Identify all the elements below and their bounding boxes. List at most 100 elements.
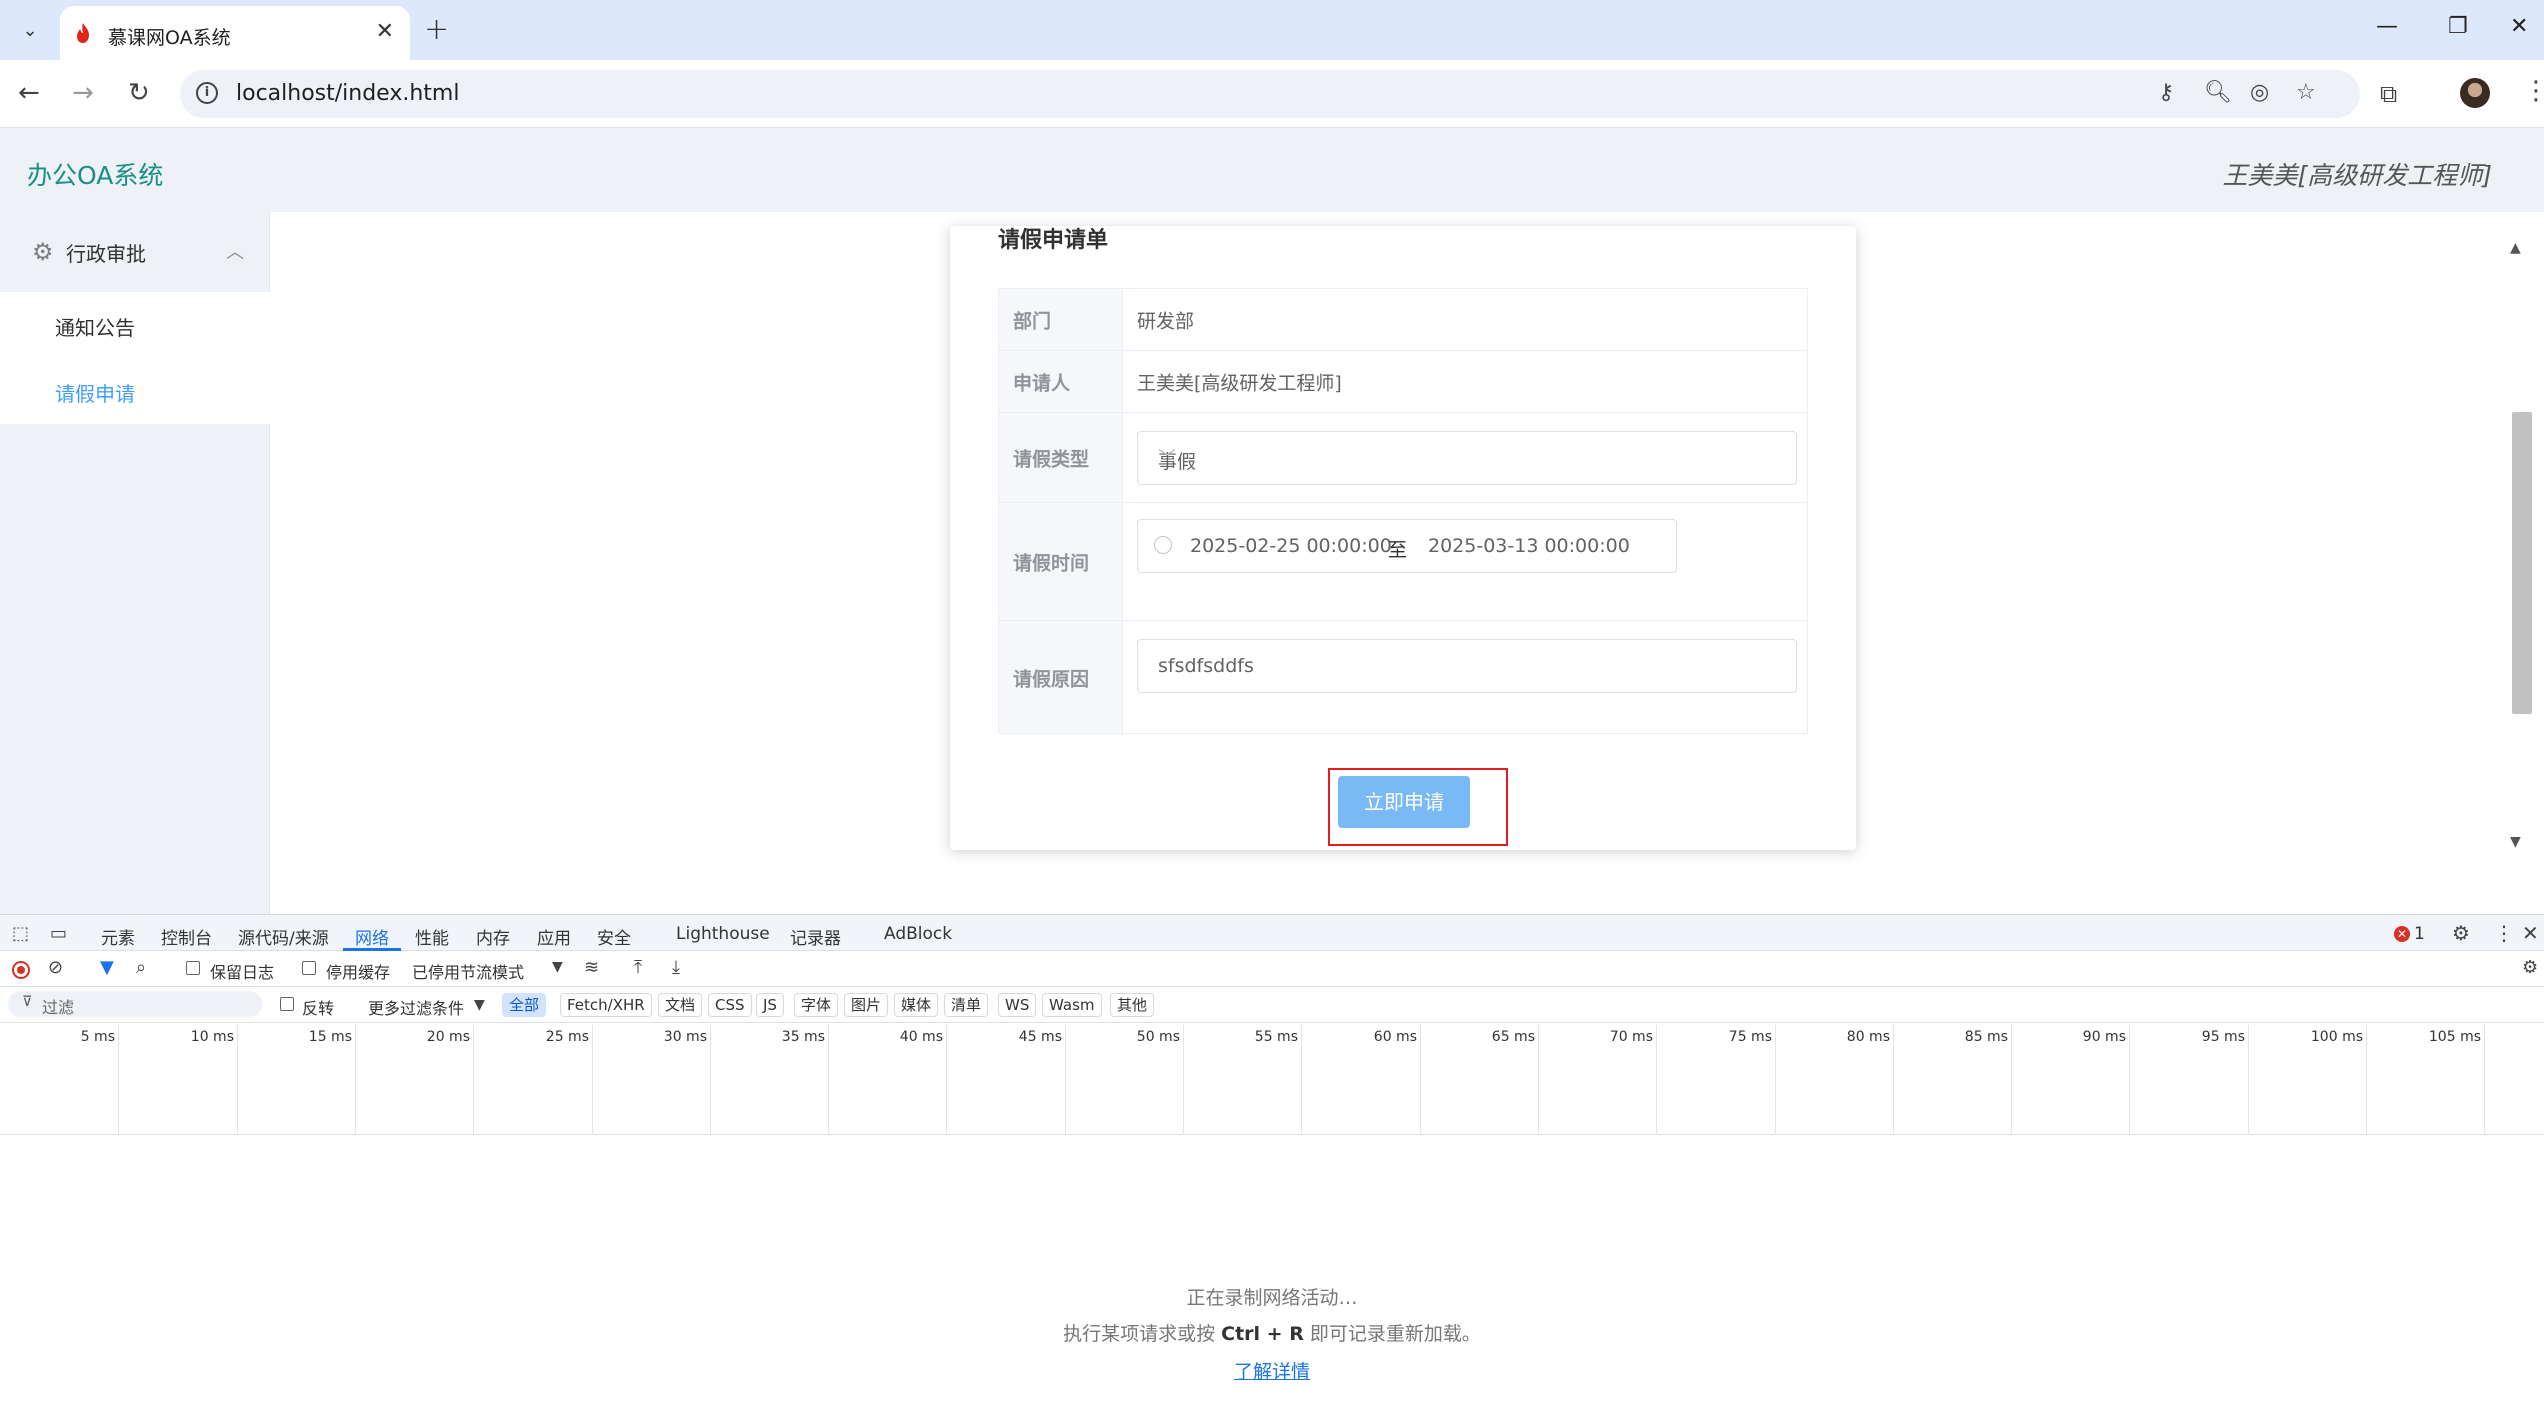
filter-chip-img[interactable]: 图片 <box>844 993 889 1017</box>
devtools-close-icon[interactable]: ✕ <box>2522 921 2539 945</box>
devtools-tab-sources[interactable]: 源代码/来源 <box>238 924 329 949</box>
leave-time-range-picker[interactable]: 2025-02-25 00:00:00 至 2025-03-13 00:00:0… <box>1137 519 1677 573</box>
error-count[interactable]: 1 <box>2414 924 2425 944</box>
filter-chip-media[interactable]: 媒体 <box>894 993 939 1017</box>
new-tab-icon[interactable]: + <box>424 12 449 47</box>
filter-chip-ws[interactable]: WS <box>998 993 1037 1017</box>
department-value: 研发部 <box>1137 310 1195 332</box>
app-logo: 办公OA系统 <box>27 161 164 190</box>
settings-gear-icon[interactable]: ⚙ <box>2452 921 2470 945</box>
devtools-tab-lighthouse[interactable]: Lighthouse <box>676 924 770 944</box>
minimize-icon[interactable]: — <box>2376 14 2398 39</box>
restore-icon[interactable]: ❐ <box>2448 14 2468 39</box>
form-table: 部门 研发部 申请人 王美美[高级研发工程师] 请假类型 事假 ﹀ 请假时间 2… <box>998 288 1808 735</box>
address-bar[interactable]: i localhost/index.html ⚷ 🔍︎ ◎ ☆ <box>180 70 2360 118</box>
throttle-select[interactable]: 已停用节流模式 <box>412 959 524 983</box>
sidebar-item-notice[interactable]: 通知公告 <box>0 292 270 358</box>
devtools-tab-console[interactable]: 控制台 <box>161 924 212 949</box>
import-har-icon[interactable]: ⤒ <box>634 957 642 978</box>
preserve-log-checkbox[interactable] <box>186 961 200 975</box>
leave-type-select[interactable]: 事假 ﹀ <box>1137 431 1797 485</box>
more-filters-dropdown[interactable]: 更多过滤条件 <box>368 995 464 1019</box>
range-separator: 至 <box>1388 539 1408 561</box>
end-time-input[interactable]: 2025-03-13 00:00:00 <box>1428 535 1630 557</box>
preserve-log-label: 保留日志 <box>210 963 275 982</box>
filter-chip-other[interactable]: 其他 <box>1110 993 1155 1017</box>
back-icon[interactable]: ← <box>18 78 40 108</box>
reason-label: 请假原因 <box>1013 668 1090 691</box>
filter-chip-font[interactable]: 字体 <box>794 993 839 1017</box>
filter-chip-doc[interactable]: 文档 <box>658 993 703 1017</box>
network-timeline[interactable]: 5 ms 10 ms 15 ms 20 ms 25 ms 30 ms 35 ms 40 ms 4… <box>0 1025 2544 1135</box>
device-toolbar-icon[interactable]: ▭ <box>50 923 67 944</box>
leave-time-label: 请假时间 <box>1013 552 1090 574</box>
filter-chip-css[interactable]: CSS <box>708 993 752 1017</box>
filter-chip-wasm[interactable]: Wasm <box>1042 993 1102 1017</box>
url-text[interactable]: localhost/index.html <box>236 81 459 106</box>
forward-icon[interactable]: → <box>72 78 94 108</box>
filter-chip-fetch-xhr[interactable]: Fetch/XHR <box>560 993 652 1017</box>
menu-group-admin-approval[interactable]: ⚙ 行政审批 ︿ <box>0 212 270 292</box>
tab-close-icon[interactable]: ✕ <box>376 19 394 44</box>
app-header: 办公OA系统 王美美[高级研发工程师] <box>0 128 2544 212</box>
browser-menu-icon[interactable]: ⋮ <box>2523 76 2544 106</box>
invert-checkbox[interactable] <box>280 997 294 1011</box>
clear-icon[interactable]: ⊘ <box>48 957 63 978</box>
network-conditions-icon[interactable]: ≋ <box>584 957 599 978</box>
export-har-icon[interactable]: ⤓ <box>672 957 680 978</box>
scroll-up-icon[interactable]: ▲ <box>2510 240 2521 256</box>
devtools-tab-adblock[interactable]: AdBlock <box>884 924 952 944</box>
scrollbar-thumb[interactable] <box>2512 412 2532 714</box>
scroll-down-icon[interactable]: ▼ <box>2510 834 2521 850</box>
devtools-tab-memory[interactable]: 内存 <box>476 924 510 949</box>
filter-chip-manifest[interactable]: 清单 <box>944 993 989 1017</box>
timeline-tick: 30 ms <box>664 1025 711 1135</box>
sidebar-item-label: 通知公告 <box>55 316 135 340</box>
profile-avatar[interactable] <box>2460 78 2490 108</box>
browser-tab[interactable]: 慕课网OA系统 ✕ <box>60 6 410 60</box>
devtools-tab-performance[interactable]: 性能 <box>415 924 449 949</box>
throttle-dropdown-icon[interactable]: ▼ <box>552 959 563 975</box>
timeline-tick: 55 ms <box>1255 1025 1302 1135</box>
timeline-tick: 50 ms <box>1137 1025 1184 1135</box>
form-row-leave-type: 请假类型 事假 ﹀ <box>999 413 1807 503</box>
start-time-input[interactable]: 2025-02-25 00:00:00 <box>1190 535 1392 557</box>
devtools-tab-security[interactable]: 安全 <box>597 924 631 949</box>
devtools-tab-network[interactable]: 网络 <box>355 924 389 949</box>
disable-cache-checkbox[interactable] <box>302 961 316 975</box>
gear-icon: ⚙ <box>32 238 54 266</box>
close-window-icon[interactable]: ✕ <box>2510 14 2528 39</box>
recording-status-text: 正在录制网络活动… <box>1186 1287 1358 1309</box>
reason-input[interactable]: sfsdfsddfs <box>1137 639 1797 693</box>
devtools-tab-elements[interactable]: 元素 <box>101 924 135 949</box>
network-toolbar: ⊘ ▼ ⌕ 保留日志 停用缓存 已停用节流模式 ▼ ≋ ⤒ ⤓ ⚙ <box>0 951 2544 987</box>
devtools-tab-application[interactable]: 应用 <box>537 924 571 949</box>
timeline-tick-label: 80 ms <box>1846 1029 1890 1045</box>
devtools-panel: ⬚ ▭ 元素 控制台 源代码/来源 网络 性能 内存 应用 安全 Lightho… <box>0 914 2544 1401</box>
devtools-menu-icon[interactable]: ⋮ <box>2494 921 2514 945</box>
eye-off-icon[interactable]: ◎ <box>2250 80 2269 105</box>
filter-chip-all[interactable]: 全部 <box>502 993 547 1017</box>
devtools-tab-recorder[interactable]: 记录器 <box>790 924 841 949</box>
password-key-icon[interactable]: ⚷ <box>2158 80 2174 105</box>
invert-label: 反转 <box>302 999 335 1018</box>
zoom-icon[interactable]: 🔍︎ <box>2204 80 2232 105</box>
site-info-icon[interactable]: i <box>196 82 218 104</box>
search-icon[interactable]: ⌕ <box>136 957 146 978</box>
timeline-tick: 35 ms <box>782 1025 829 1135</box>
reload-icon[interactable]: ↻ <box>128 78 150 108</box>
filter-chip-js[interactable]: JS <box>756 993 784 1017</box>
network-settings-icon[interactable]: ⚙ <box>2522 957 2538 978</box>
inspect-element-icon[interactable]: ⬚ <box>12 923 29 944</box>
filter-input[interactable]: ⊽ 过滤 <box>8 991 262 1017</box>
sidebar-item-leave-request[interactable]: 请假申请 <box>0 358 270 424</box>
more-filters-chevron-icon[interactable]: ▼ <box>474 997 485 1013</box>
timeline-tick: 100 ms <box>2311 1025 2367 1135</box>
error-icon[interactable]: ✕ <box>2394 926 2410 942</box>
bookmark-star-icon[interactable]: ☆ <box>2296 80 2316 105</box>
learn-more-link[interactable]: 了解详情 <box>0 1357 2544 1384</box>
filter-funnel-icon[interactable]: ▼ <box>100 957 114 978</box>
extensions-icon[interactable]: ⧉ <box>2380 80 2397 108</box>
record-icon[interactable] <box>12 961 30 979</box>
tab-search-icon[interactable]: ⌄ <box>14 14 46 46</box>
